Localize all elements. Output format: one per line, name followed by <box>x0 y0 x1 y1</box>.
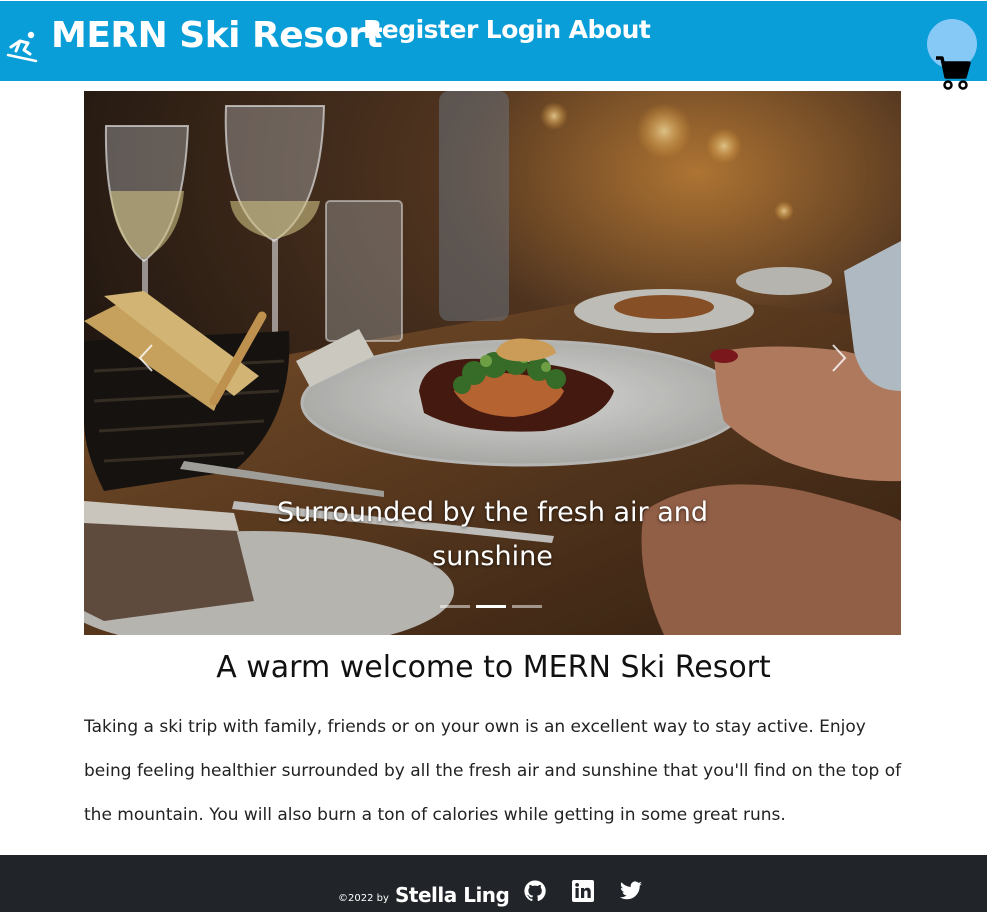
carousel-prev-arrow-icon[interactable] <box>134 341 158 375</box>
top-navbar: MERN Ski Resort Register Login About <box>0 1 987 90</box>
author-name: Stella Ling <box>395 883 510 907</box>
intro-paragraph: Taking a ski trip with family, friends o… <box>84 717 902 825</box>
twitter-icon[interactable] <box>619 879 643 903</box>
welcome-heading: A warm welcome to MERN Ski Resort <box>216 650 771 685</box>
carousel-indicator-3[interactable] <box>512 605 542 608</box>
slide-caption: Surrounded by the fresh air and sunshine <box>276 497 709 572</box>
nav-login-link[interactable]: Login <box>486 15 561 44</box>
carousel-next-arrow-icon[interactable] <box>827 341 851 375</box>
shopping-cart-icon <box>936 56 971 90</box>
cart-button[interactable] <box>927 19 977 91</box>
brand-title[interactable]: MERN Ski Resort <box>51 15 383 56</box>
carousel-indicators <box>440 605 542 608</box>
hero-carousel: Surrounded by the fresh air and sunshine <box>84 91 901 635</box>
nav-register-link[interactable]: Register <box>363 15 478 44</box>
github-icon[interactable] <box>523 879 547 903</box>
main-nav: Register Login About <box>363 15 651 44</box>
skier-icon[interactable] <box>6 29 40 63</box>
carousel-indicator-2[interactable] <box>476 605 506 608</box>
nav-about-link[interactable]: About <box>569 15 651 44</box>
site-footer: ©2022 by Stella Ling <box>0 855 987 912</box>
copyright-text: ©2022 by <box>338 893 389 904</box>
carousel-indicator-1[interactable] <box>440 605 470 608</box>
linkedin-icon[interactable] <box>571 879 595 903</box>
